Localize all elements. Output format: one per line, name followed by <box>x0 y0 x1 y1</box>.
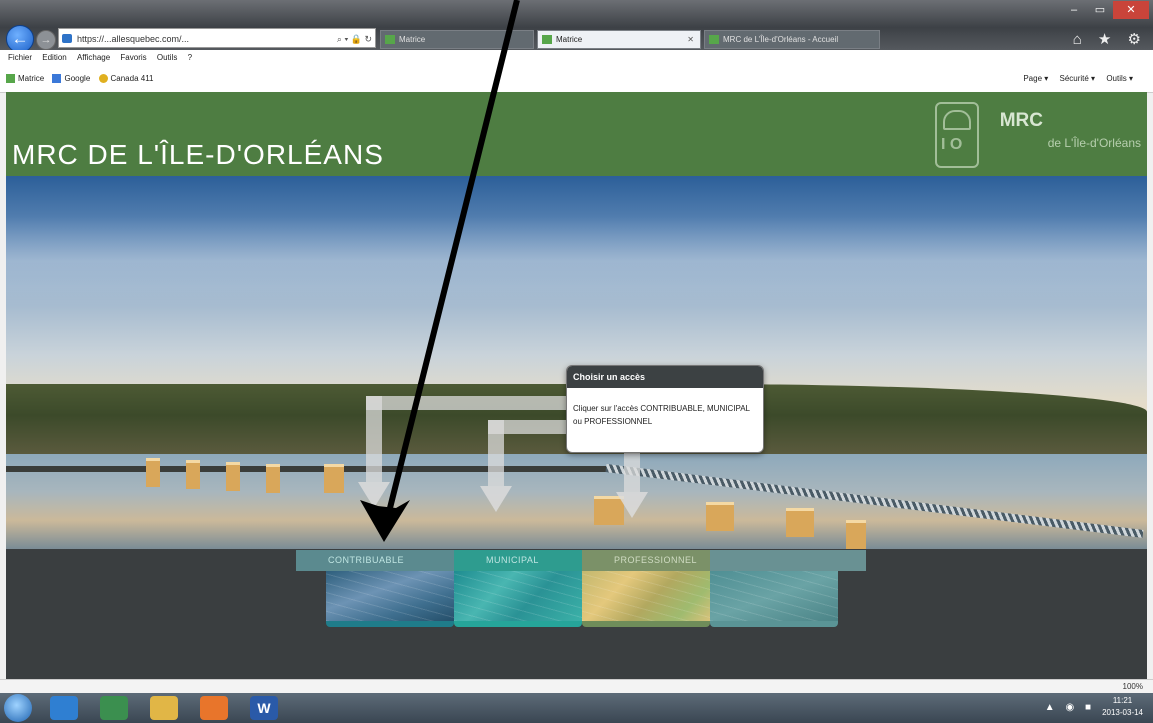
security-menu[interactable]: Sécurité ▾ <box>1059 74 1095 83</box>
favorite-label: Google <box>64 74 91 83</box>
tile-texture <box>582 571 710 621</box>
logo-subtitle: de L'Île-d'Orléans <box>1047 136 1141 150</box>
favorite-icon <box>52 74 62 84</box>
tab-favicon-icon <box>542 35 552 44</box>
bridge-pier <box>266 464 280 493</box>
tooltip-title: Choisir un accès <box>567 366 763 388</box>
app-icon[interactable] <box>100 696 128 720</box>
bridge-pier <box>324 464 344 493</box>
guide-arrowhead-icon <box>358 482 390 508</box>
tab-label: MRC de L'Île-d'Orléans - Accueil <box>723 35 839 44</box>
browser-titlebar: ← → https://...allesquebec.com/... ⌕ ▾ 🔒… <box>0 0 1153 53</box>
favorite-label: Canada 411 <box>110 74 154 83</box>
page-menu[interactable]: Page ▾ <box>1023 74 1048 83</box>
logo-letters: I O <box>941 136 963 153</box>
system-tray-icons[interactable]: ▲ ◉ ■ <box>1045 702 1095 713</box>
clock-date: 2013-03-14 <box>1102 708 1143 717</box>
tab-matrice-1[interactable]: Matrice <box>380 30 534 49</box>
guide-arrow-bar <box>488 420 504 486</box>
address-text: https://...allesquebec.com/... <box>77 34 190 44</box>
internet-explorer-icon[interactable] <box>50 696 78 720</box>
tab-mrc-accueil[interactable]: MRC de L'Île-d'Orléans - Accueil <box>704 30 880 49</box>
outlook-icon[interactable] <box>200 696 228 720</box>
menu-outils[interactable]: Outils <box>157 53 177 62</box>
access-tooltip: Choisir un accès Cliquer sur l'accès CON… <box>566 365 764 453</box>
windows-taskbar: W ▲ ◉ ■ 11:21 2013-03-14 <box>0 693 1153 723</box>
favorite-google[interactable]: Google <box>52 74 91 84</box>
menu-affichage[interactable]: Affichage <box>77 53 110 62</box>
command-bar: Page ▾ Sécurité ▾ Outils ▾ <box>1014 66 1133 92</box>
menu-fichier[interactable]: Fichier <box>8 53 32 62</box>
menu-edition[interactable]: Edition <box>42 53 66 62</box>
tab-matrice-2[interactable]: Matrice ✕ <box>537 30 701 49</box>
clock-time: 11:21 <box>1112 696 1133 705</box>
professionnel-tile[interactable] <box>582 571 710 627</box>
window-controls: – ▭ ✕ <box>1061 0 1153 22</box>
guide-arrow-bar <box>366 396 382 482</box>
logo-mrc-text: MRC <box>999 110 1043 131</box>
status-bar: 100% <box>0 679 1153 694</box>
back-button[interactable]: ← <box>6 25 34 53</box>
contribuable-tile[interactable] <box>326 571 454 627</box>
zoom-level[interactable]: 100% <box>1123 680 1143 694</box>
favorite-icon <box>6 74 15 84</box>
bridge-pier <box>226 462 240 491</box>
guide-arrowhead-icon <box>480 486 512 512</box>
address-bar[interactable]: https://...allesquebec.com/... ⌕ ▾ 🔒 ↻ <box>58 28 376 48</box>
map-tile[interactable] <box>710 571 838 627</box>
guide-arrow-bar <box>366 396 566 410</box>
start-button-icon[interactable] <box>4 694 32 722</box>
close-window-button[interactable]: ✕ <box>1113 1 1149 19</box>
bridge-pier <box>786 508 814 537</box>
favorite-matrice[interactable]: Matrice <box>6 74 45 84</box>
favorite-label: Matrice <box>18 74 45 83</box>
tab-professionnel[interactable]: PROFESSIONNEL <box>582 550 710 571</box>
logo-dome-icon <box>943 110 971 130</box>
menu-help[interactable]: ? <box>188 53 192 62</box>
bridge-pier <box>186 460 200 489</box>
tab-municipal[interactable]: MUNICIPAL <box>454 550 582 571</box>
menu-favoris[interactable]: Favoris <box>120 53 146 62</box>
forward-button[interactable]: → <box>36 30 56 50</box>
close-tab-icon[interactable]: ✕ <box>687 31 694 48</box>
search-refresh-icon[interactable]: ⌕ ▾ 🔒 ↻ <box>337 29 372 47</box>
tooltip-body: Cliquer sur l'accès CONTRIBUABLE, MUNICI… <box>573 404 750 426</box>
guide-arrow-bar <box>624 452 640 492</box>
tile-texture <box>710 571 838 621</box>
tab-favicon-icon <box>709 35 719 44</box>
tools-menu[interactable]: Outils ▾ <box>1106 74 1133 83</box>
tile-texture <box>326 571 454 621</box>
web-page: MRC DE L'ÎLE-D'ORLÉANS I O MRC de L'Île-… <box>6 92 1147 679</box>
minimize-button[interactable]: – <box>1061 1 1087 19</box>
mrc-logo-icon[interactable]: I O <box>935 102 979 168</box>
word-icon[interactable]: W <box>250 696 278 720</box>
bridge-deck <box>6 466 606 472</box>
tab-label: Matrice <box>399 35 426 44</box>
favorite-canada411[interactable]: Canada 411 <box>98 74 154 84</box>
site-icon <box>62 34 72 43</box>
favorites-bar: Matrice Google Canada 411 Page ▾ Sécurit… <box>0 66 1153 93</box>
tab-contribuable[interactable]: CONTRIBUABLE <box>296 550 454 571</box>
tile-texture <box>454 571 582 621</box>
favorite-icon <box>98 74 108 84</box>
tab-favicon-icon <box>385 35 395 44</box>
maximize-button[interactable]: ▭ <box>1087 1 1113 19</box>
menu-bar: Fichier Edition Affichage Favoris Outils… <box>0 50 1153 66</box>
clock[interactable]: 11:21 2013-03-14 <box>1102 695 1143 719</box>
folder-icon[interactable] <box>150 696 178 720</box>
guide-arrowhead-icon <box>616 492 648 518</box>
hero-photo <box>6 176 1147 549</box>
bridge-pier <box>846 520 866 549</box>
bridge-pier <box>706 502 734 531</box>
bridge-pier <box>146 458 160 487</box>
site-header: MRC DE L'ÎLE-D'ORLÉANS I O MRC de L'Île-… <box>6 92 1147 176</box>
site-title: MRC DE L'ÎLE-D'ORLÉANS <box>12 139 384 170</box>
tab-label: Matrice <box>556 35 583 44</box>
home-favorites-tools-icons[interactable]: ⌂ ★ ⚙ <box>1073 30 1147 48</box>
municipal-tile[interactable] <box>454 571 582 627</box>
sky-clouds <box>6 216 1147 306</box>
